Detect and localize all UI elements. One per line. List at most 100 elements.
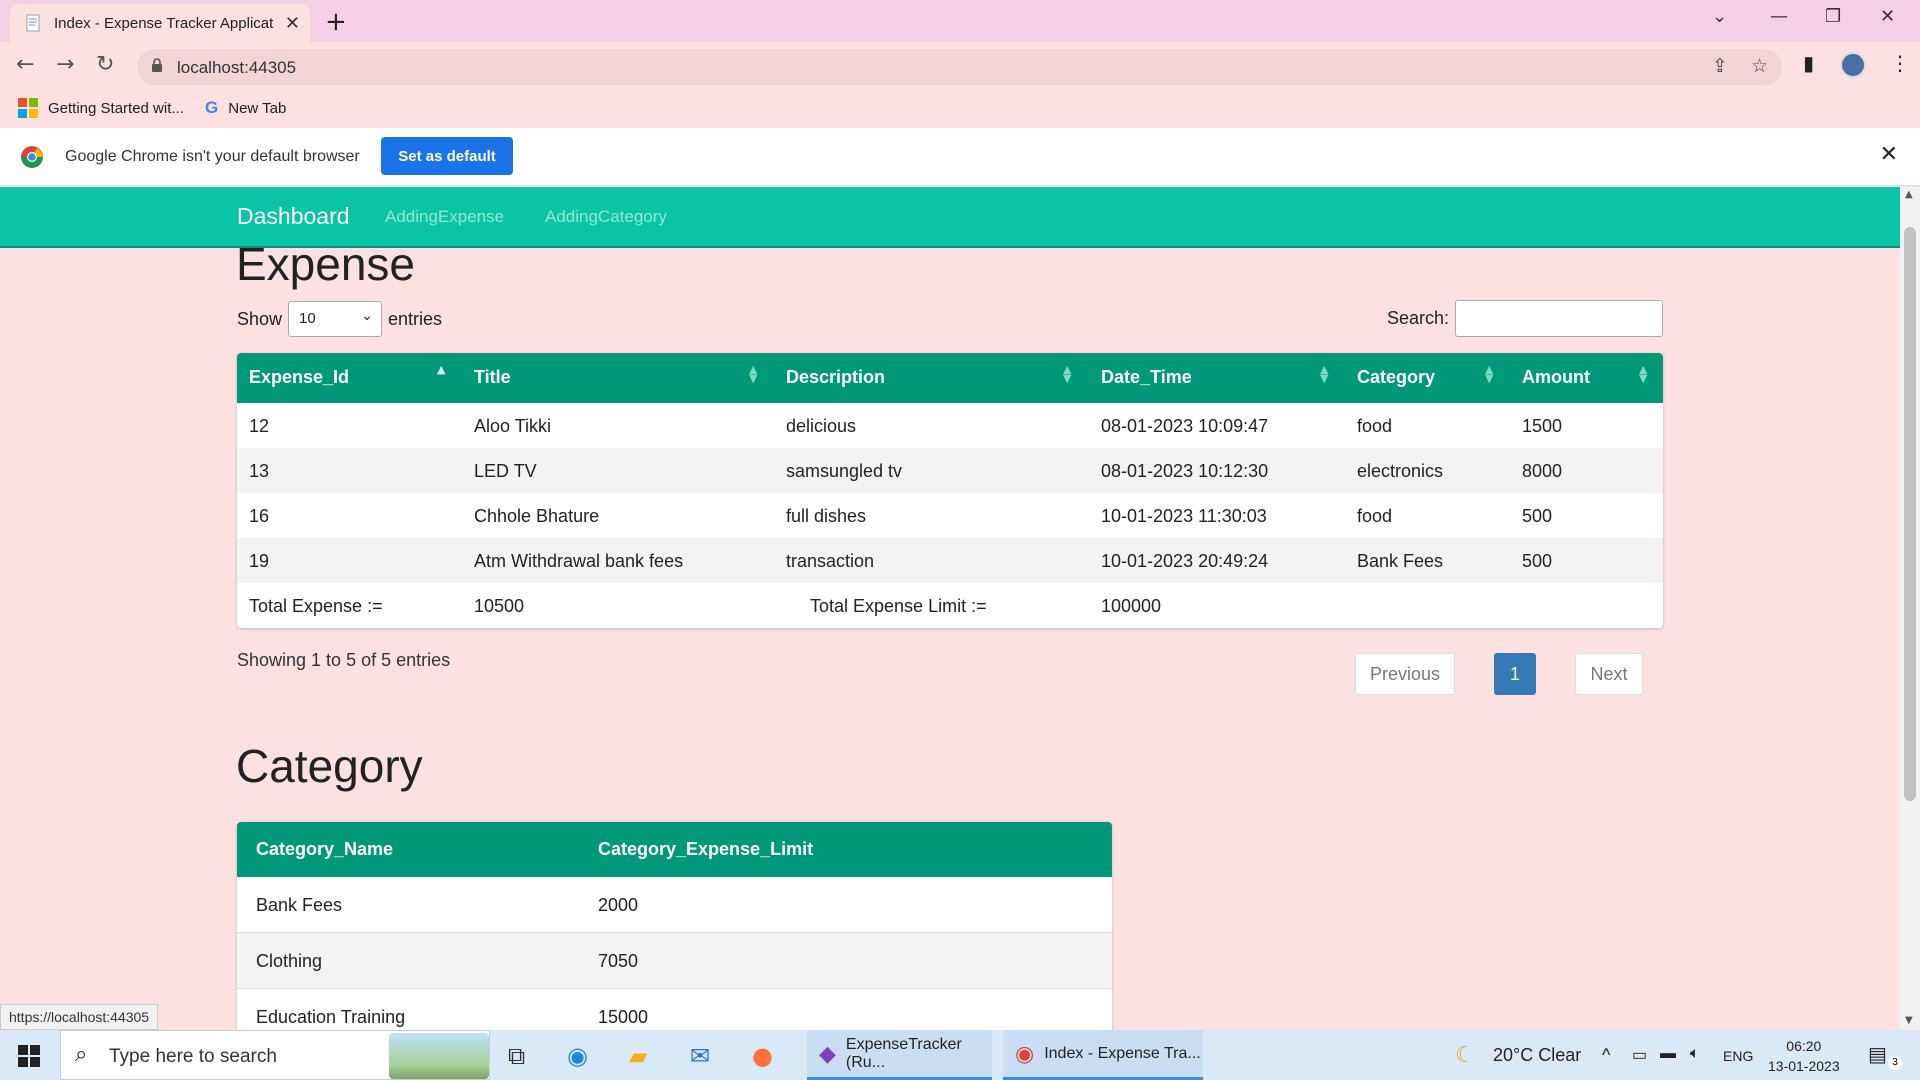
site-navbar: Dashboard AddingExpense AddingCategory	[0, 187, 1900, 248]
expense-table-header: Expense_Id ▲ ▼ Title ▲ ▼ Description ▲ ▼ Da…	[237, 353, 1663, 403]
url-text: localhost:44305	[177, 58, 297, 77]
tab-strip: Index - Expense Tracker Applicati ✕ + ⌄ …	[0, 0, 1920, 42]
system-clock[interactable]: 06:20 13-01-2023	[1768, 1036, 1840, 1076]
cell-category-limit: 15000	[598, 1007, 649, 1027]
new-tab-icon[interactable]: +	[325, 7, 347, 37]
table-row: 16 Chhole Bhature full dishes 10-01-2023…	[237, 493, 1663, 538]
cell-date: 10-01-2023 20:49:24	[1101, 551, 1269, 571]
menu-icon[interactable]: ⋮	[1890, 51, 1910, 75]
scroll-down-icon[interactable]: ▼	[1905, 1015, 1913, 1026]
scroll-up-icon[interactable]: ▲	[1905, 189, 1913, 200]
nav-brand-dashboard[interactable]: Dashboard	[237, 203, 350, 230]
entries-length-control: Show 10 ⌄ entries	[237, 301, 442, 337]
back-icon[interactable]: ←	[16, 52, 34, 77]
restore-icon[interactable]: ❐	[1825, 6, 1841, 27]
default-browser-infobar: Google Chrome isn't your default browser…	[0, 128, 1920, 186]
table-row: Education Training 15000	[237, 989, 1112, 1030]
chevron-up-icon[interactable]: ^	[1602, 1045, 1610, 1066]
cell-amount: 500	[1522, 551, 1553, 571]
visual-studio-icon: ◆	[819, 1040, 836, 1066]
taskbar-search-box[interactable]: ⌕ Type here to search	[60, 1030, 490, 1080]
cell-title: LED TV	[474, 461, 537, 481]
file-explorer-icon[interactable]: ▰	[629, 1042, 647, 1070]
firefox-icon[interactable]: ●	[752, 1042, 773, 1070]
bookmark-label: Getting Started wit...	[48, 99, 184, 117]
cell-title: Aloo Tikki	[474, 416, 552, 436]
task-view-icon[interactable]: ⧉	[508, 1042, 525, 1070]
window-close-icon[interactable]: ✕	[1880, 6, 1895, 27]
sort-icon: ▲ ▼	[1485, 363, 1494, 385]
sort-icon: ▲ ▼	[1639, 363, 1648, 385]
page-scrollbar[interactable]: ▲ ▼	[1900, 187, 1920, 1030]
cell-id: 13	[249, 461, 270, 481]
mail-icon[interactable]: ✉	[690, 1042, 710, 1070]
bookmark-star-icon[interactable]: ☆	[1751, 55, 1768, 77]
weather-text[interactable]: 20°C Clear	[1493, 1045, 1581, 1066]
taskbar-item-label: Index - Expense Tra...	[1044, 1044, 1201, 1062]
cell-id: 19	[249, 551, 270, 571]
cell-date: 08-01-2023 10:09:47	[1101, 416, 1269, 436]
entries-select[interactable]: 10 ⌄	[288, 301, 383, 337]
bookmark-getting-started[interactable]: Getting Started wit...	[18, 98, 184, 118]
taskbar-search-placeholder: Type here to search	[109, 1046, 277, 1067]
sort-icon: ▲ ▼	[1320, 363, 1329, 385]
nav-link-adding-expense[interactable]: AddingExpense	[385, 207, 504, 227]
infobar-close-icon[interactable]: ✕	[1880, 142, 1898, 167]
next-button[interactable]: Next	[1575, 653, 1643, 695]
network-icon[interactable]: ▭	[1632, 1045, 1647, 1065]
windows-taskbar: ⌕ Type here to search ⧉ ◉ ▰ ✉ ● ◆ Expens…	[0, 1030, 1920, 1080]
nav-link-adding-category[interactable]: AddingCategory	[545, 207, 667, 227]
share-icon[interactable]: ⇪	[1712, 55, 1728, 77]
category-heading: Category	[236, 740, 423, 792]
infobar-message: Google Chrome isn't your default browser	[65, 148, 360, 165]
search-label: Search:	[1387, 308, 1450, 328]
set-as-default-button[interactable]: Set as default	[381, 137, 513, 175]
sort-icon: ▲ ▼	[749, 363, 758, 385]
page-viewport: Dashboard AddingExpense AddingCategory E…	[0, 187, 1900, 1030]
microsoft-icon	[18, 98, 38, 118]
scroll-thumb[interactable]	[1904, 227, 1916, 801]
cell-amount: 1500	[1522, 416, 1563, 436]
taskbar-item-visual-studio[interactable]: ◆ ExpenseTracker (Ru...	[807, 1030, 992, 1080]
tab-search-icon[interactable]: ⌄	[1712, 6, 1727, 27]
browser-tab[interactable]: Index - Expense Tracker Applicati ✕	[10, 4, 310, 42]
edge-icon[interactable]: ◉	[567, 1042, 588, 1070]
col-header-title[interactable]: Title	[474, 367, 511, 388]
chrome-icon	[21, 146, 43, 168]
cell-amount: 500	[1522, 506, 1553, 526]
windows-start-icon[interactable]	[18, 1045, 40, 1067]
table-info: Showing 1 to 5 of 5 entries	[237, 650, 451, 670]
cell-category-name: Bank Fees	[256, 895, 343, 915]
cell-amount: 8000	[1522, 461, 1563, 481]
cell-category: food	[1357, 416, 1393, 436]
col-header-category[interactable]: Category	[1357, 367, 1435, 388]
close-tab-icon[interactable]: ✕	[285, 13, 300, 34]
sort-icon: ▲ ▼	[1063, 363, 1072, 385]
page-1-button[interactable]: 1	[1494, 653, 1536, 695]
col-header-amount[interactable]: Amount	[1522, 367, 1590, 388]
notifications-icon[interactable]: ▤	[1868, 1042, 1887, 1067]
profile-avatar[interactable]	[1840, 52, 1866, 78]
weather-moon-icon: ☾	[1455, 1042, 1475, 1067]
reload-icon[interactable]: ↻	[96, 52, 114, 77]
taskbar-item-chrome[interactable]: ◉ Index - Expense Tra...	[1003, 1030, 1203, 1080]
side-panel-icon[interactable]: ▮	[1803, 51, 1814, 75]
minimize-icon[interactable]: —	[1770, 6, 1788, 27]
battery-icon[interactable]: ▬	[1660, 1045, 1676, 1063]
cell-category: food	[1357, 506, 1393, 526]
volume-icon[interactable]: 🔈︎	[1690, 1045, 1700, 1063]
forward-icon[interactable]: →	[56, 52, 74, 77]
search-icon: ⌕	[75, 1042, 88, 1067]
col-header-category-name: Category_Name	[256, 839, 394, 859]
col-header-description[interactable]: Description	[786, 367, 885, 388]
col-header-date-time[interactable]: Date_Time	[1101, 367, 1192, 388]
bookmark-new-tab[interactable]: G New Tab	[205, 98, 286, 118]
omnibox[interactable]: localhost:44305 ⇪ ☆	[137, 49, 1782, 85]
language-indicator[interactable]: ENG	[1723, 1048, 1753, 1064]
previous-button[interactable]: Previous	[1355, 653, 1455, 695]
search-input[interactable]	[1455, 300, 1663, 337]
col-header-expense-id[interactable]: Expense_Id	[249, 367, 349, 388]
cell-id: 16	[249, 506, 270, 526]
category-table: Category_Name Category_Expense_Limit Ban…	[237, 822, 1112, 1030]
cell-category-name: Clothing	[256, 951, 323, 971]
